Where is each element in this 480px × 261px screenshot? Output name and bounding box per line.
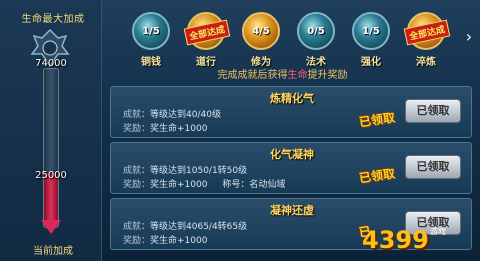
requirement-label: 成就： <box>123 222 151 232</box>
achievement-card: 化气凝神 成就：等级达到1050/1转50级 奖励：奖生命+1000 称号：名动… <box>110 142 472 194</box>
site-watermark-logo: 4399 <box>362 226 429 254</box>
note-suffix: 提升奖励 <box>307 70 348 81</box>
meter-title: 生命最大加成 <box>21 14 85 25</box>
meter-fill <box>44 173 58 227</box>
orb-value: 0/5 <box>307 25 325 37</box>
progress-note: 完成成就后获得生命提升奖励 <box>105 66 460 81</box>
achievement-reward: 奖励：奖生命+1000 <box>123 233 207 246</box>
requirement-text: 等级达到4065/4转65级 <box>150 222 248 232</box>
orb-value: 1/5 <box>362 25 380 37</box>
achievement-requirement: 成就：等级达到40/40级 <box>123 107 221 120</box>
achievement-window: 生命最大加成 74000 25000 当前加成 1/5 铜钱 全部达成 道行 4… <box>0 0 480 261</box>
orb-value: 1/5 <box>142 25 160 37</box>
title-reward-text: 称号：名动仙域 <box>222 180 286 190</box>
meter-arrow-icon <box>41 220 61 234</box>
life-bonus-panel: 生命最大加成 74000 25000 当前加成 <box>0 0 102 261</box>
meter-current-value: 25000 <box>35 170 67 181</box>
requirement-text: 等级达到1050/1转50级 <box>150 166 248 176</box>
achievement-requirement: 成就：等级达到4065/4转65级 <box>123 219 247 232</box>
reward-text: 奖生命+1000 <box>150 180 208 190</box>
requirement-label: 成就： <box>123 166 151 176</box>
meter-max-value: 74000 <box>35 58 67 69</box>
note-highlight: 生命 <box>287 70 308 81</box>
meter-bottom-label: 当前加成 <box>33 246 73 257</box>
note-prefix: 完成成就后获得 <box>217 70 288 81</box>
claim-button[interactable]: 已领取 <box>405 155 461 179</box>
reward-text: 奖生命+1000 <box>150 124 208 134</box>
watermark-sub: 游戏 <box>430 227 446 236</box>
requirement-text: 等级达到40/40级 <box>150 110 221 120</box>
claimed-stamp: 已领取 <box>358 110 396 130</box>
achievement-reward: 奖励：奖生命+1000 称号：名动仙域 <box>123 177 285 190</box>
reward-label: 奖励： <box>123 124 151 134</box>
requirement-label: 成就： <box>123 110 151 120</box>
orb-value: 4/5 <box>252 25 270 37</box>
reward-label: 奖励： <box>123 236 151 246</box>
reward-text: 奖生命+1000 <box>150 236 208 246</box>
orb-fashu[interactable]: 0/5 <box>297 12 335 50</box>
reward-label: 奖励： <box>123 180 151 190</box>
orb-tongqian[interactable]: 1/5 <box>132 12 170 50</box>
achievement-reward: 奖励：奖生命+1000 <box>123 121 207 134</box>
claimed-stamp: 已领取 <box>358 166 396 186</box>
orb-qianghua[interactable]: 1/5 <box>352 12 390 50</box>
achievement-card: 炼精化气 成就：等级达到40/40级 奖励：奖生命+1000 已领取 已领取 <box>110 86 472 138</box>
orb-xiuwei[interactable]: 4/5 <box>242 12 280 50</box>
achievement-requirement: 成就：等级达到1050/1转50级 <box>123 163 247 176</box>
next-page-arrow-icon[interactable]: › <box>462 28 476 46</box>
claim-button[interactable]: 已领取 <box>405 99 461 123</box>
